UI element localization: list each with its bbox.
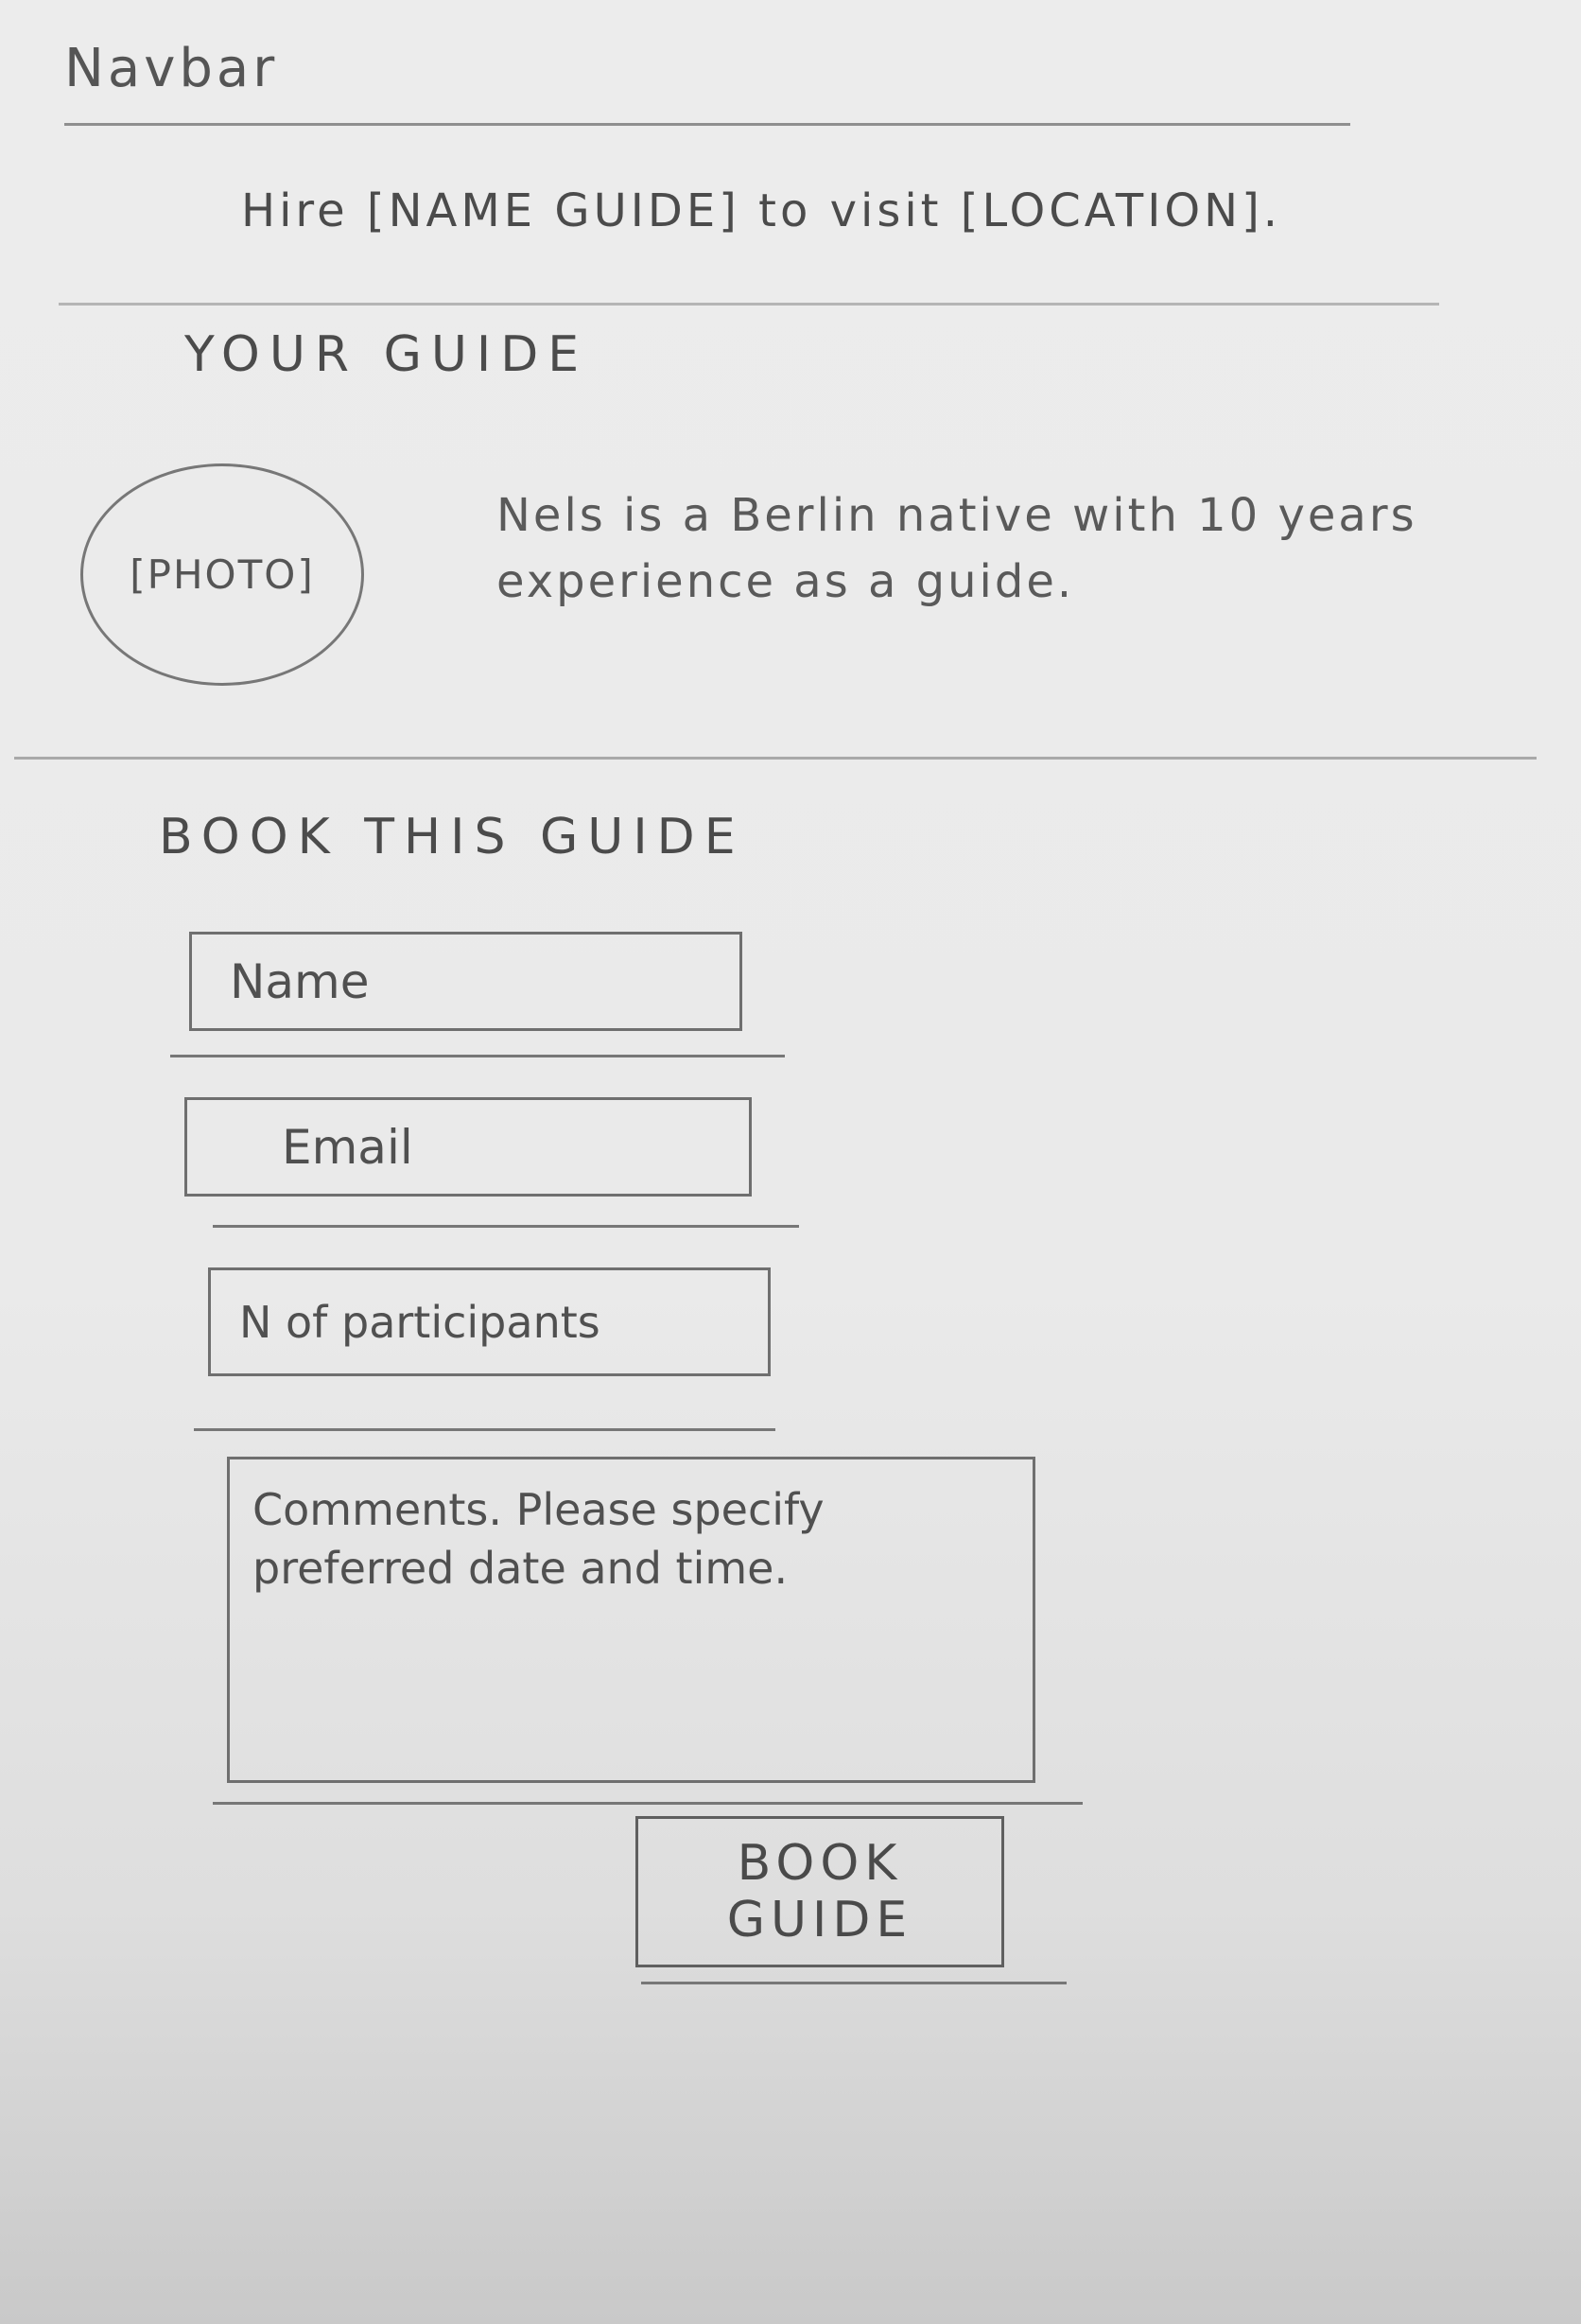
guide-bio: Nels is a Berlin native with 10 years ex… — [496, 489, 1417, 608]
comments-textarea-underline — [213, 1802, 1083, 1805]
photo-placeholder-label: [PHOTO] — [130, 551, 315, 598]
header-divider — [59, 303, 1439, 306]
page-title: Hire [NAME GUIDE] to visit [LOCATION]. — [241, 184, 1282, 237]
booking-section-heading: BOOK THIS GUIDE — [159, 809, 745, 865]
book-button-underline — [641, 1982, 1067, 1984]
book-guide-button[interactable]: BOOK GUIDE — [635, 1816, 1004, 1967]
name-input[interactable] — [189, 932, 742, 1031]
guide-photo: [PHOTO] — [80, 463, 364, 686]
sketch-page: Navbar Hire [NAME GUIDE] to visit [LOCAT… — [0, 0, 1581, 2324]
guide-section-heading: YOUR GUIDE — [184, 326, 589, 383]
email-input[interactable] — [184, 1097, 752, 1197]
participants-input[interactable] — [208, 1267, 771, 1376]
name-input-underline — [170, 1055, 785, 1057]
email-input-underline — [213, 1225, 799, 1228]
navbar: Navbar — [64, 38, 279, 99]
guide-divider — [14, 757, 1537, 760]
comments-textarea[interactable] — [227, 1457, 1035, 1783]
participants-input-underline — [194, 1428, 775, 1431]
navbar-divider — [64, 123, 1350, 126]
